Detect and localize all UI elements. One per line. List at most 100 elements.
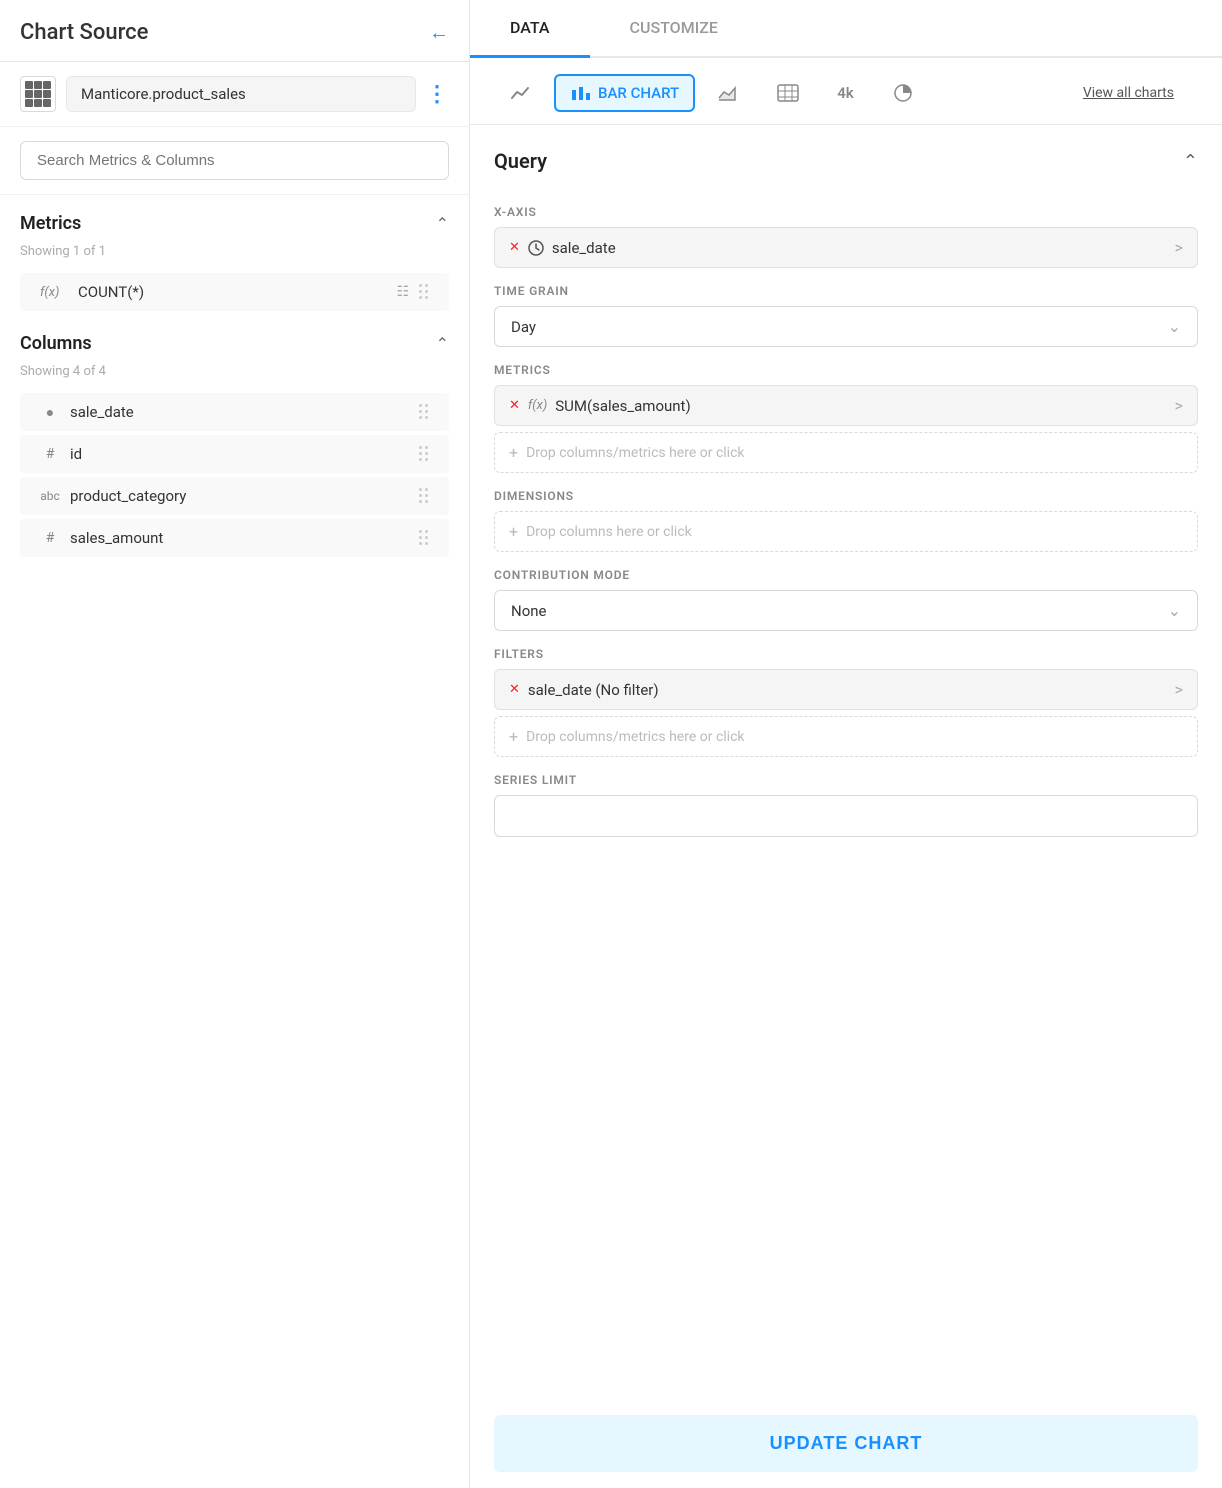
table-icon[interactable]: ☷ [396, 284, 409, 300]
right-panel: DATA CUSTOMIZE BAR CHART [470, 0, 1222, 1488]
search-container [0, 127, 469, 195]
metrics-tag[interactable]: ✕ f(x) SUM(sales_amount) > [494, 385, 1198, 426]
series-limit-label: SERIES LIMIT [494, 773, 1198, 787]
xaxis-tag[interactable]: ✕ sale_date > [494, 227, 1198, 268]
filters-drop-zone[interactable]: + Drop columns/metrics here or click [494, 716, 1198, 757]
dimensions-drop-text: Drop columns here or click [526, 524, 692, 540]
line-chart-icon [510, 84, 532, 102]
column-item: # id [20, 435, 449, 473]
xaxis-value: sale_date [552, 239, 1167, 257]
metrics-field-label: METRICS [494, 363, 1198, 377]
query-header[interactable]: Query ⌃ [494, 129, 1198, 189]
columns-showing-label: Showing 4 of 4 [0, 364, 469, 389]
filters-drop-text: Drop columns/metrics here or click [526, 729, 744, 745]
update-chart-button[interactable]: UPDATE CHART [494, 1415, 1198, 1472]
filter-tag-value: sale_date (No filter) [528, 681, 1167, 699]
4k-chart-button[interactable]: 4k [821, 74, 870, 112]
datasource-more-button[interactable]: ⋮ [426, 82, 449, 107]
column-item: abc product_category [20, 477, 449, 515]
column-name: product_category [70, 487, 409, 505]
view-all-charts-link[interactable]: View all charts [1083, 77, 1198, 109]
column-name: id [70, 445, 409, 463]
xaxis-label: X-AXIS [494, 205, 1198, 219]
columns-section-title: Columns [20, 333, 92, 354]
tab-data[interactable]: DATA [470, 0, 590, 58]
datasource-name[interactable]: Manticore.product_sales [66, 76, 416, 112]
column-drag-handle[interactable] [419, 488, 429, 504]
column-drag-handle[interactable] [419, 404, 429, 420]
4k-label: 4k [837, 84, 854, 102]
metric-tag-arrow-icon: > [1175, 396, 1183, 415]
column-drag-handle[interactable] [419, 446, 429, 462]
search-input[interactable] [20, 141, 449, 180]
series-limit-field[interactable] [494, 795, 1198, 837]
contribution-mode-label: CONTRIBUTION MODE [494, 568, 1198, 582]
bar-chart-icon [570, 84, 592, 102]
dimensions-drop-zone[interactable]: + Drop columns here or click [494, 511, 1198, 552]
filter-remove-button[interactable]: ✕ [509, 682, 520, 697]
tab-bar: DATA CUSTOMIZE [470, 0, 1222, 58]
column-drag-handle[interactable] [419, 530, 429, 546]
dimensions-label: DIMENSIONS [494, 489, 1198, 503]
filters-label: FILTERS [494, 647, 1198, 661]
column-name: sales_amount [70, 529, 409, 547]
column-name: sale_date [70, 403, 409, 421]
metric-name: COUNT(*) [78, 283, 386, 301]
metric-fx-icon: f(x) [528, 398, 547, 413]
chart-source-header: Chart Source ← [0, 0, 469, 62]
pie-chart-button[interactable] [876, 74, 930, 112]
metric-drag-handle[interactable] [419, 284, 429, 300]
xaxis-remove-button[interactable]: ✕ [509, 240, 520, 255]
clock-icon: ● [40, 404, 60, 421]
area-chart-button[interactable] [701, 74, 755, 112]
metric-item: f(x) COUNT(*) ☷ [20, 273, 449, 311]
columns-chevron-icon: ⌃ [436, 334, 449, 353]
tab-customize[interactable]: CUSTOMIZE [590, 0, 758, 58]
metric-remove-button[interactable]: ✕ [509, 398, 520, 413]
contribution-mode-select[interactable]: None ⌄ [494, 590, 1198, 631]
bar-chart-button[interactable]: BAR CHART [554, 74, 695, 112]
columns-section: Columns ⌃ Showing 4 of 4 ● sale_date # i… [0, 315, 469, 561]
columns-section-header[interactable]: Columns ⌃ [0, 315, 469, 364]
chart-source-title: Chart Source [20, 20, 148, 45]
filter-tag-arrow-icon: > [1175, 680, 1183, 699]
metrics-drop-plus-icon: + [509, 443, 518, 462]
grid-icon [25, 81, 51, 107]
bar-chart-label: BAR CHART [598, 84, 679, 102]
metric-tag-value: SUM(sales_amount) [555, 397, 1166, 415]
pie-chart-icon [892, 84, 914, 102]
chart-type-bar: BAR CHART 4k [470, 58, 1222, 120]
query-chevron-icon: ⌃ [1183, 151, 1198, 172]
collapse-button[interactable]: ← [429, 20, 449, 45]
abc-icon: abc [40, 489, 60, 503]
time-grain-label: TIME GRAIN [494, 284, 1198, 298]
metrics-showing-label: Showing 1 of 1 [0, 244, 469, 269]
time-grain-chevron-icon: ⌄ [1168, 317, 1181, 336]
table-chart-icon [777, 84, 799, 102]
xaxis-arrow-icon: > [1175, 238, 1183, 257]
metrics-chevron-icon: ⌃ [436, 214, 449, 233]
left-panel: Chart Source ← Manticore.product_sales ⋮ [0, 0, 470, 1488]
filters-drop-plus-icon: + [509, 727, 518, 746]
metrics-section: Metrics ⌃ Showing 1 of 1 f(x) COUNT(*) ☷ [0, 195, 469, 315]
time-grain-select[interactable]: Day ⌄ [494, 306, 1198, 347]
chart-separator [470, 124, 1222, 125]
time-grain-value: Day [511, 318, 536, 336]
metric-type-label: f(x) [40, 285, 68, 300]
filter-tag[interactable]: ✕ sale_date (No filter) > [494, 669, 1198, 710]
column-item: # sales_amount [20, 519, 449, 557]
datasource-icon [20, 76, 56, 112]
hash-icon: # [40, 530, 60, 546]
metrics-section-header[interactable]: Metrics ⌃ [0, 195, 469, 244]
contribution-mode-value: None [511, 602, 547, 620]
metrics-section-title: Metrics [20, 213, 81, 234]
line-chart-button[interactable] [494, 74, 548, 112]
hash-icon: # [40, 446, 60, 462]
xaxis-clock-icon [528, 240, 544, 256]
contribution-mode-chevron-icon: ⌄ [1168, 601, 1181, 620]
metrics-drop-text: Drop columns/metrics here or click [526, 445, 744, 461]
table-chart-button[interactable] [761, 74, 815, 112]
column-item: ● sale_date [20, 393, 449, 431]
area-chart-icon [717, 84, 739, 102]
metrics-drop-zone[interactable]: + Drop columns/metrics here or click [494, 432, 1198, 473]
